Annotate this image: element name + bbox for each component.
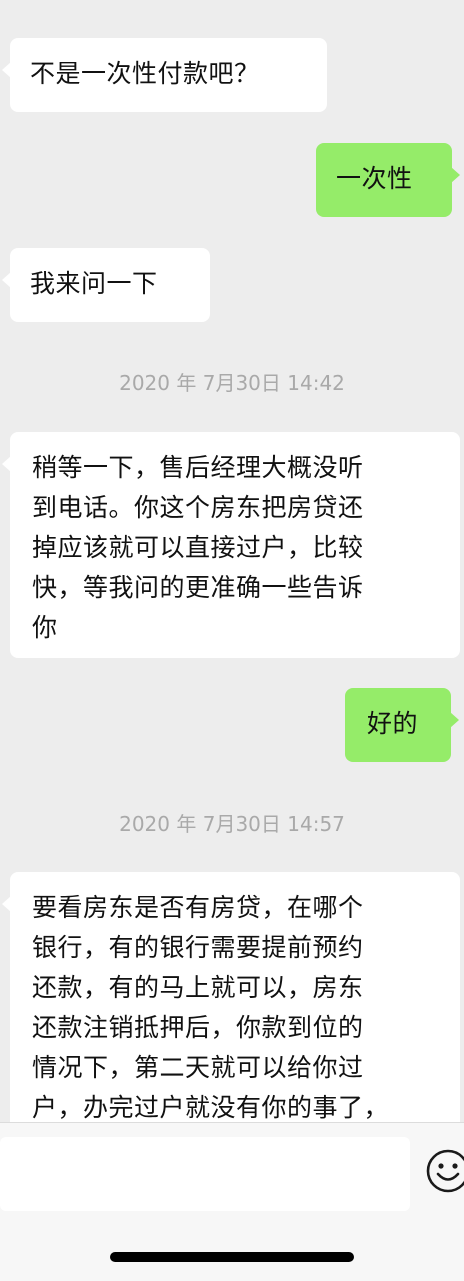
message-bubble-outgoing[interactable]: 好的 <box>345 688 459 762</box>
message-text: 一次性 <box>336 164 413 193</box>
message-text-line: 还款，有的马上就可以，房东 <box>32 973 364 1002</box>
message-text-line: 情况下，第二天就可以给你过 <box>32 1053 364 1082</box>
timestamp-divider: 2020 年 7月30日 14:42 <box>119 371 345 395</box>
message-text-line: 掉应该就可以直接过户，比较 <box>32 533 364 562</box>
message-text: 不是一次性付款吧？ <box>30 59 260 88</box>
message-text-line: 到电话。你这个房东把房贷还 <box>32 493 364 522</box>
message-bubble-incoming[interactable]: 要看房东是否有房贷，在哪个 银行，有的银行需要提前预约 还款，有的马上就可以，房… <box>2 872 460 1122</box>
timestamp-divider: 2020 年 7月30日 14:57 <box>119 812 345 836</box>
message-text-line: 快，等我问的更准确一些告诉 <box>32 573 364 602</box>
message-text-line: 你 <box>32 613 58 642</box>
message-text-line: 户，办完过户就没有你的事了， <box>32 1093 390 1122</box>
message-text: 好的 <box>367 709 419 738</box>
home-indicator[interactable] <box>110 1252 354 1262</box>
message-bubble-outgoing[interactable]: 一次性 <box>316 143 460 217</box>
message-text-line: 稍等一下，售后经理大概没听 <box>32 453 364 482</box>
message-text-line: 还款注销抵押后，你款到位的 <box>32 1013 364 1042</box>
chat-message-list[interactable]: 不是一次性付款吧？ 一次性 我来问一下 2020 年 7月30日 14:42 稍… <box>0 0 464 1122</box>
message-text-line: 要看房东是否有房贷，在哪个 <box>32 893 364 922</box>
message-bubble-incoming[interactable]: 稍等一下，售后经理大概没听 到电话。你这个房东把房贷还 掉应该就可以直接过户，比… <box>2 432 460 658</box>
smiley-face-icon[interactable] <box>426 1149 464 1199</box>
message-bubble-incoming[interactable]: 不是一次性付款吧？ <box>2 38 327 112</box>
message-input[interactable] <box>0 1137 410 1211</box>
message-text: 我来问一下 <box>30 269 158 298</box>
message-text-line: 银行，有的银行需要提前预约 <box>32 933 364 962</box>
message-bubble-incoming[interactable]: 我来问一下 <box>2 248 210 322</box>
